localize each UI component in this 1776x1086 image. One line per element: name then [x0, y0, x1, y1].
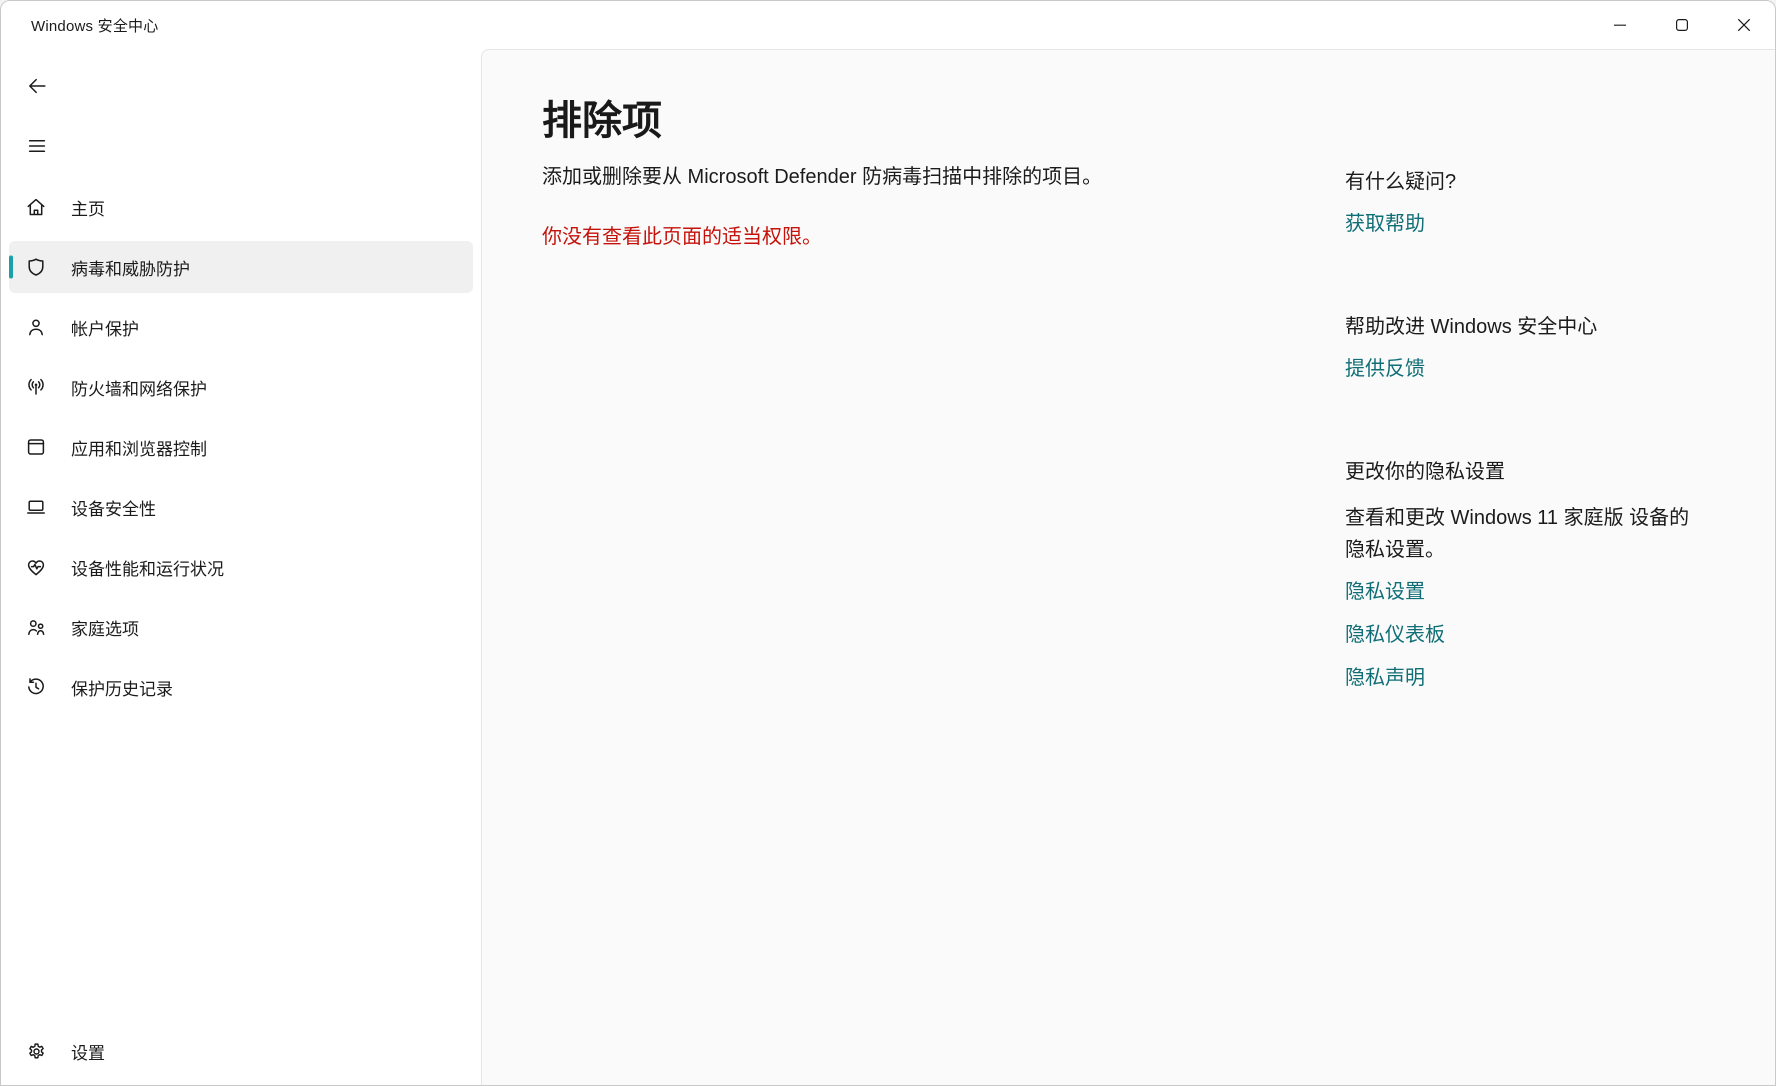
questions-heading: 有什么疑问?: [1345, 171, 1457, 193]
back-arrow-icon: [29, 78, 46, 94]
sidebar-item-label: 应用和浏览器控制: [71, 439, 207, 459]
sidebar-item-settings[interactable]: 设置: [9, 1025, 473, 1077]
sidebar-item-label: 保护历史记录: [71, 679, 173, 699]
history-icon: [24, 675, 48, 699]
window-controls: [1589, 1, 1775, 49]
maximize-icon: [1676, 19, 1689, 32]
hamburger-icon: [28, 140, 46, 152]
sidebar-item[interactable]: 帐户保护: [9, 301, 473, 353]
sidebar-item-label: 病毒和威胁防护: [71, 259, 190, 279]
sidebar-item-label: 设备安全性: [71, 499, 156, 519]
health-icon: [24, 555, 48, 579]
close-icon: [1738, 19, 1750, 31]
sidebar: 主页病毒和威胁防护 帐户保护防火墙和网络保护 应用和浏览器控制 设备安全性设备性能和运…: [1, 49, 481, 1085]
privacy-description: 查看和更改 Windows 11 家庭版 设备的隐私设置。: [1345, 507, 1690, 561]
sidebar-item[interactable]: 设备安全性: [9, 481, 473, 533]
sidebar-item-label: 防火墙和网络保护: [71, 379, 207, 399]
sidebar-item[interactable]: 保护历史记录: [9, 661, 473, 713]
permission-error-text: 你没有查看此页面的适当权限。: [542, 226, 822, 248]
improve-heading: 帮助改进 Windows 安全中心: [1345, 316, 1598, 338]
home-icon: [24, 195, 48, 219]
sidebar-item[interactable]: 防火墙和网络保护: [9, 361, 473, 413]
sidebar-item[interactable]: 主页: [9, 181, 473, 233]
page-title: 排除项: [542, 99, 662, 143]
windows-security-window: Windows 安全中心 主页病毒和威胁防护 帐户保护防火墙和网络保护 应用和浏览器…: [0, 0, 1776, 1086]
privacy-statement-link[interactable]: 隐私声明: [1345, 661, 1425, 690]
minimize-icon: [1614, 24, 1626, 26]
sidebar-item[interactable]: 设备性能和运行状况: [9, 541, 473, 593]
family-icon: [24, 615, 48, 639]
provide-feedback-link[interactable]: 提供反馈: [1345, 352, 1425, 381]
network-icon: [24, 375, 48, 399]
maximize-button[interactable]: [1651, 1, 1713, 49]
sidebar-item-label: 主页: [71, 199, 105, 219]
page-description: 添加或删除要从 Microsoft Defender 防病毒扫描中排除的项目。: [542, 166, 1103, 188]
window-title: Windows 安全中心: [31, 17, 159, 35]
sidebar-item-label: 家庭选项: [71, 619, 139, 639]
sidebar-item[interactable]: 应用和浏览器控制: [9, 421, 473, 473]
content-pane: 排除项 添加或删除要从 Microsoft Defender 防病毒扫描中排除的…: [481, 49, 1775, 1085]
gear-icon: [24, 1039, 48, 1063]
shield-icon: [24, 255, 48, 279]
menu-button[interactable]: [23, 132, 51, 160]
titlebar: Windows 安全中心: [1, 1, 1775, 49]
get-help-link[interactable]: 获取帮助: [1345, 207, 1425, 236]
browser-icon: [24, 435, 48, 459]
privacy-heading: 更改你的隐私设置: [1345, 461, 1505, 483]
close-button[interactable]: [1713, 1, 1775, 49]
privacy-settings-link[interactable]: 隐私设置: [1345, 575, 1425, 604]
privacy-dashboard-link[interactable]: 隐私仪表板: [1345, 618, 1445, 647]
laptop-icon: [24, 495, 48, 519]
sidebar-item[interactable]: 病毒和威胁防护: [9, 241, 473, 293]
settings-label: 设置: [71, 1043, 105, 1063]
selection-accent-bar: [9, 255, 13, 279]
minimize-button[interactable]: [1589, 1, 1651, 49]
sidebar-item[interactable]: 家庭选项: [9, 601, 473, 653]
sidebar-item-label: 帐户保护: [71, 319, 139, 339]
person-icon: [24, 315, 48, 339]
sidebar-item-label: 设备性能和运行状况: [71, 559, 224, 579]
back-button[interactable]: [23, 72, 51, 100]
nav-list: 主页病毒和威胁防护 帐户保护防火墙和网络保护 应用和浏览器控制 设备安全性设备性能和运…: [9, 181, 473, 721]
